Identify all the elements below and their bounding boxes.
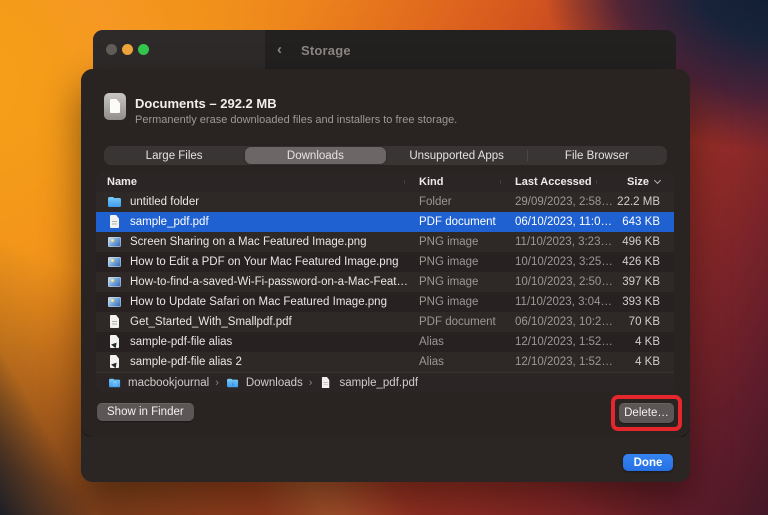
breadcrumb-item-macbookjournal[interactable]: ⌂ macbookjournal <box>107 375 209 391</box>
breadcrumb-item-sample-pdf[interactable]: sample_pdf.pdf <box>318 375 418 391</box>
downloads-folder-icon: ↓ <box>226 376 240 390</box>
file-size: 643 KB <box>612 216 674 228</box>
alias-file-icon <box>107 354 123 370</box>
sheet-main: Documents – 292.2 MB Permanently erase d… <box>81 69 690 437</box>
folder-icon <box>107 194 123 210</box>
file-last-accessed: 12/10/2023, 1:52… <box>504 356 613 368</box>
column-header-size[interactable]: Size <box>600 176 674 188</box>
alias-file-icon <box>107 334 123 350</box>
file-kind: PNG image <box>408 236 504 248</box>
file-last-accessed: 06/10/2023, 10:2… <box>504 316 613 328</box>
file-kind: PNG image <box>408 296 504 308</box>
tab-large-files[interactable]: Large Files <box>104 146 244 165</box>
storage-sheet: Documents – 292.2 MB Permanently erase d… <box>81 69 690 482</box>
tab-unsupported-apps[interactable]: Unsupported Apps <box>387 146 527 165</box>
close-icon[interactable] <box>106 44 117 55</box>
traffic-lights <box>106 44 149 55</box>
column-header-last-accessed[interactable]: Last Accessed <box>504 176 600 188</box>
zoom-icon[interactable] <box>138 44 149 55</box>
file-name: sample-pdf-file alias 2 <box>130 356 242 368</box>
file-kind: PNG image <box>408 256 504 268</box>
column-header-kind[interactable]: Kind <box>408 176 504 188</box>
delete-button[interactable]: Delete… <box>619 403 674 423</box>
file-size: 496 KB <box>612 236 674 248</box>
file-last-accessed: 10/10/2023, 2:50… <box>504 276 613 288</box>
breadcrumb-item-downloads[interactable]: ↓ Downloads <box>225 375 303 391</box>
file-kind: Alias <box>408 336 504 348</box>
window-titlebar: ‹ Storage <box>93 30 676 70</box>
table-row[interactable]: How to Edit a PDF on Your Mac Featured I… <box>96 252 674 272</box>
home-glyph: ⌂ <box>108 379 122 388</box>
file-last-accessed: 12/10/2023, 1:52… <box>504 336 613 348</box>
breadcrumb: ⌂ macbookjournal › ↓ Downloads › sample_… <box>96 372 674 392</box>
minimize-icon[interactable] <box>122 44 133 55</box>
breadcrumb-separator: › <box>309 377 313 389</box>
file-name: untitled folder <box>130 196 199 208</box>
file-kind: PDF document <box>408 216 504 228</box>
table-header: Name Kind Last Accessed Size <box>96 172 674 192</box>
file-name: How-to-find-a-saved-Wi-Fi-password-on-a-… <box>130 276 408 288</box>
breadcrumb-label: macbookjournal <box>128 377 209 389</box>
titlebar-tab <box>93 30 265 70</box>
table-row[interactable]: sample-pdf-file alias 2 Alias 12/10/2023… <box>96 352 674 372</box>
sort-chevron-icon <box>654 177 661 184</box>
file-name: How to Update Safari on Mac Featured Ima… <box>130 296 387 308</box>
table-row[interactable]: Screen Sharing on a Mac Featured Image.p… <box>96 232 674 252</box>
file-last-accessed: 29/09/2023, 2:58… <box>504 196 613 208</box>
breadcrumb-separator: › <box>215 377 219 389</box>
tab-downloads[interactable]: Downloads <box>245 147 385 164</box>
file-size: 426 KB <box>613 256 674 268</box>
file-name: Screen Sharing on a Mac Featured Image.p… <box>130 236 367 248</box>
sheet-footer: Done <box>81 437 690 482</box>
file-last-accessed: 11/10/2023, 3:23… <box>504 236 612 248</box>
tab-bar: Large Files Downloads Unsupported Apps F… <box>104 146 667 165</box>
file-last-accessed: 06/10/2023, 11:0… <box>504 216 612 228</box>
download-arrow-glyph: ↓ <box>226 379 240 388</box>
file-size: 4 KB <box>613 356 674 368</box>
file-kind: Alias <box>408 356 504 368</box>
file-name: How to Edit a PDF on Your Mac Featured I… <box>130 256 398 268</box>
file-size: 397 KB <box>613 276 674 288</box>
pdf-file-icon <box>107 314 123 330</box>
png-file-icon <box>107 294 123 310</box>
file-kind: PDF document <box>408 316 504 328</box>
file-last-accessed: 10/10/2023, 3:25… <box>504 256 613 268</box>
file-name: sample-pdf-file alias <box>130 336 232 348</box>
file-name: sample_pdf.pdf <box>130 216 209 228</box>
done-button[interactable]: Done <box>623 454 673 471</box>
file-kind: PNG image <box>408 276 504 288</box>
file-size: 4 KB <box>613 336 674 348</box>
table-row[interactable]: How-to-find-a-saved-Wi-Fi-password-on-a-… <box>96 272 674 292</box>
show-in-finder-button[interactable]: Show in Finder <box>97 403 194 421</box>
sheet-subtitle: Permanently erase downloaded files and i… <box>135 114 457 126</box>
file-last-accessed: 11/10/2023, 3:04… <box>504 296 612 308</box>
breadcrumb-label: sample_pdf.pdf <box>339 377 418 389</box>
table-row[interactable]: Get_Started_With_Smallpdf.pdf PDF docume… <box>96 312 674 332</box>
file-size: 70 KB <box>613 316 674 328</box>
sheet-title: Documents – 292.2 MB <box>135 96 277 111</box>
pdf-file-icon <box>320 376 334 390</box>
table-row[interactable]: sample-pdf-file alias Alias 12/10/2023, … <box>96 332 674 352</box>
column-header-name[interactable]: Name <box>96 176 408 188</box>
back-chevron-icon[interactable]: ‹ <box>277 41 282 58</box>
file-kind: Folder <box>408 196 504 208</box>
table-row-selected[interactable]: sample_pdf.pdf PDF document 06/10/2023, … <box>96 212 674 232</box>
file-name: Get_Started_With_Smallpdf.pdf <box>130 316 292 328</box>
tab-file-browser[interactable]: File Browser <box>527 146 667 165</box>
window-title: Storage <box>301 43 351 58</box>
png-file-icon <box>107 254 123 270</box>
png-file-icon <box>107 274 123 290</box>
png-file-icon <box>107 234 123 250</box>
file-size: 22.2 MB <box>613 196 674 208</box>
documents-category-icon <box>104 93 126 120</box>
table-row[interactable]: untitled folder Folder 29/09/2023, 2:58…… <box>96 192 674 212</box>
pdf-file-icon <box>107 214 123 230</box>
home-folder-icon: ⌂ <box>108 376 122 390</box>
size-header-label: Size <box>627 176 649 188</box>
delete-annotation-box: Delete… <box>611 395 682 431</box>
file-size: 393 KB <box>612 296 674 308</box>
table-row[interactable]: How to Update Safari on Mac Featured Ima… <box>96 292 674 312</box>
breadcrumb-label: Downloads <box>246 377 303 389</box>
file-table: Name Kind Last Accessed Size untitled fo… <box>96 172 674 392</box>
